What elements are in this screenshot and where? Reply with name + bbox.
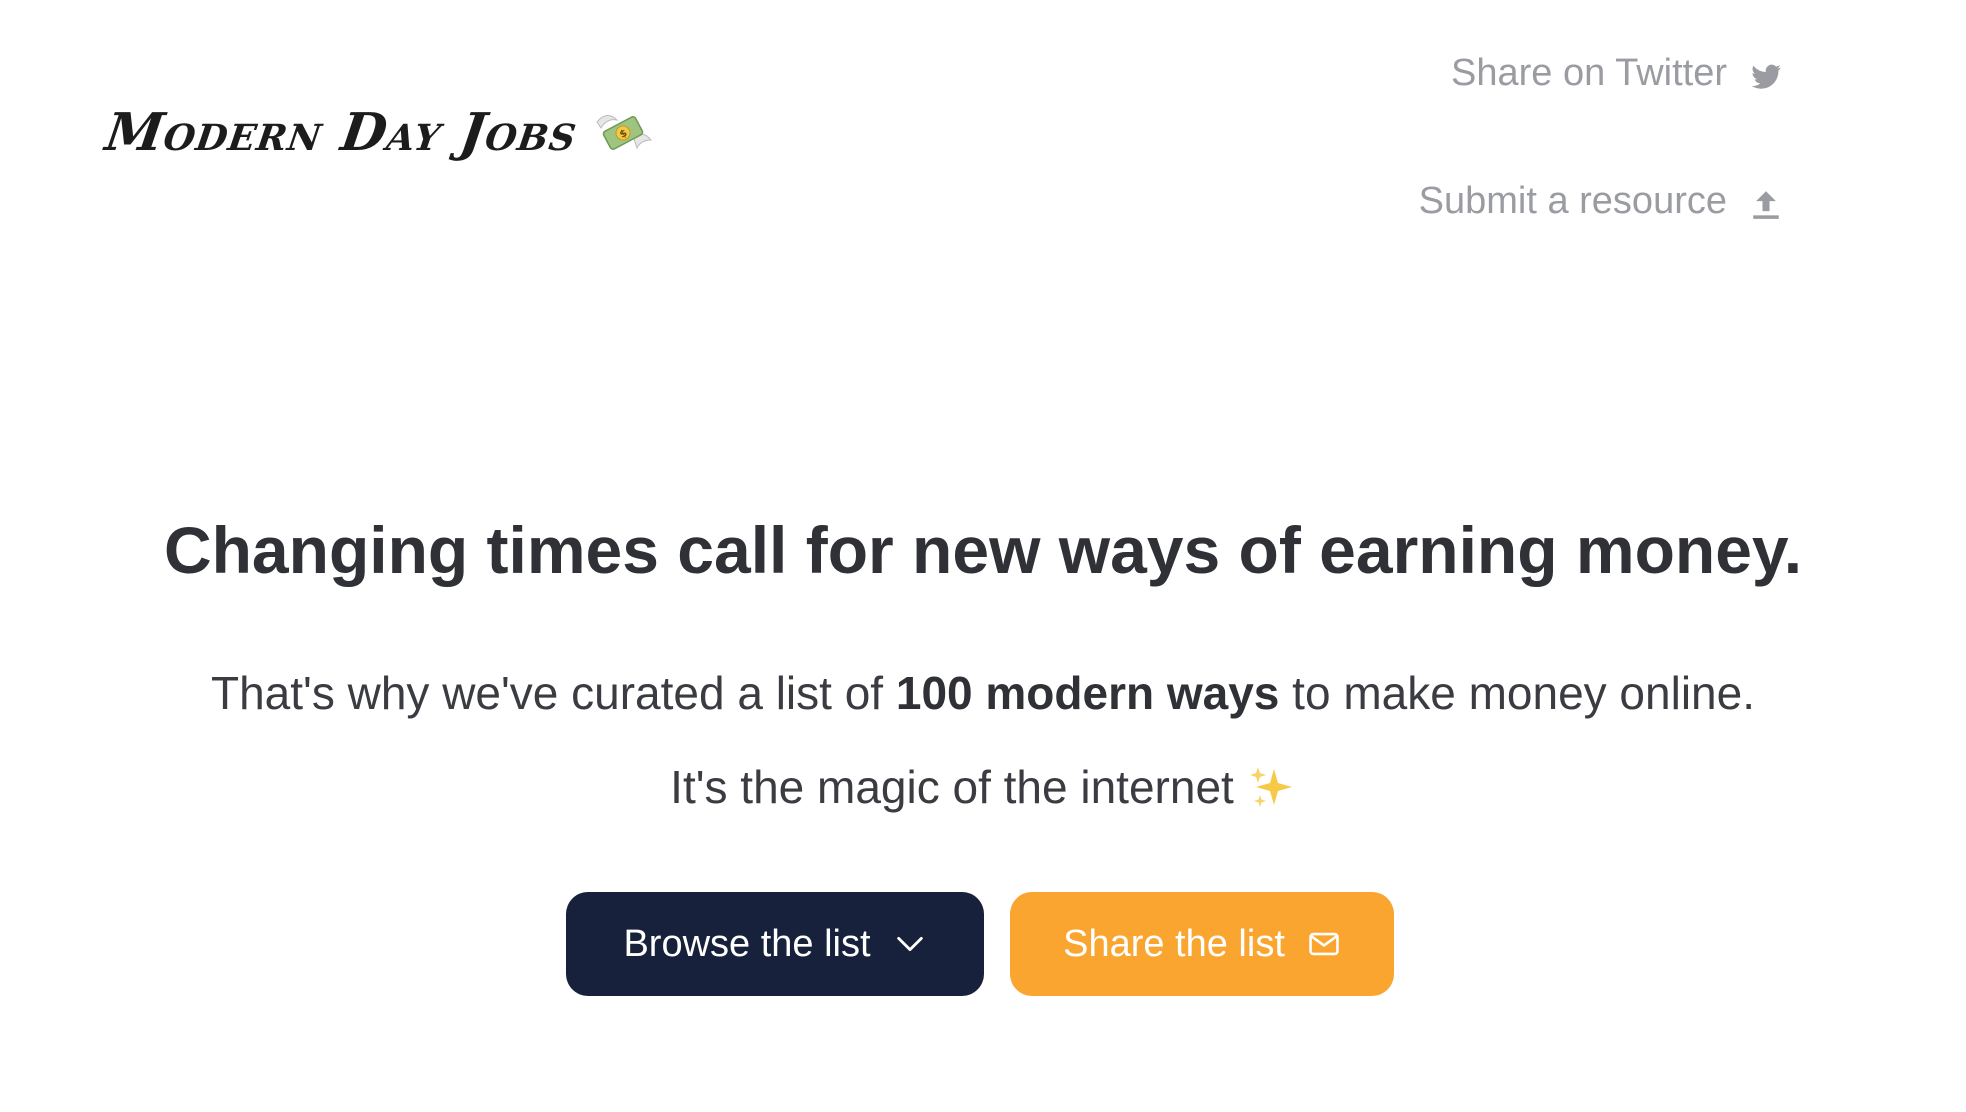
subline-text-after: to make money online. bbox=[1279, 667, 1755, 719]
sparkles-icon bbox=[1248, 763, 1296, 811]
hero-subline: That's why we've curated a list of 100 m… bbox=[0, 663, 1966, 723]
envelope-icon bbox=[1307, 927, 1341, 961]
cta-buttons: Browse the list Share the list bbox=[0, 892, 1966, 996]
twitter-icon bbox=[1749, 56, 1783, 90]
subline-highlight: 100 modern ways bbox=[895, 667, 1280, 719]
submit-resource-label: Submit a resource bbox=[1418, 180, 1727, 222]
logo-text: Modern Day Jobs bbox=[101, 102, 582, 163]
browse-list-label: Browse the list bbox=[623, 922, 871, 965]
hero-tagline: It's the magic of the internet bbox=[670, 757, 1296, 817]
site-logo[interactable]: Modern Day Jobs $ bbox=[102, 102, 653, 163]
hero-headline: Changing times call for new ways of earn… bbox=[163, 513, 1803, 587]
browse-list-button[interactable]: Browse the list bbox=[566, 892, 984, 996]
tagline-text: It's the magic of the internet bbox=[670, 761, 1234, 813]
share-on-twitter-link[interactable]: Share on Twitter bbox=[1451, 48, 1783, 98]
subline-text-before: That's why we've curated a list of bbox=[211, 667, 896, 719]
share-list-label: Share the list bbox=[1063, 922, 1285, 965]
share-list-button[interactable]: Share the list bbox=[1010, 892, 1394, 996]
hero-section: Changing times call for new ways of earn… bbox=[0, 505, 1966, 817]
money-with-wings-icon: $ bbox=[593, 106, 653, 160]
share-on-twitter-label: Share on Twitter bbox=[1450, 52, 1727, 94]
submit-resource-link[interactable]: Submit a resource bbox=[1419, 176, 1783, 226]
chevron-down-icon bbox=[893, 927, 927, 961]
upload-icon bbox=[1749, 184, 1783, 219]
top-nav: Share on Twitter Submit a resource bbox=[1419, 48, 1783, 226]
